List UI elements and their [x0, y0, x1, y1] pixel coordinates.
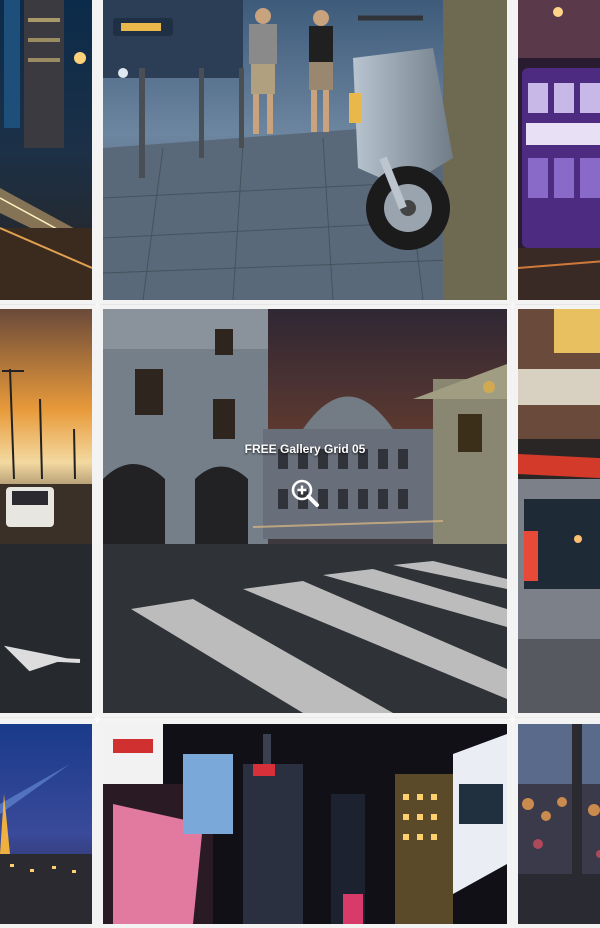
gallery-tile-times-square[interactable]	[99, 720, 511, 928]
taxi-close-up-image	[518, 309, 600, 713]
gallery-tile-city-highway[interactable]	[0, 0, 96, 304]
gallery-tile-eiffel-night[interactable]	[0, 720, 96, 928]
gallery-tile-sunset-road[interactable]	[0, 305, 96, 717]
gallery-tile-taxi-close-up[interactable]	[514, 305, 600, 717]
street-bokeh-image	[518, 724, 600, 924]
eiffel-night-image	[0, 724, 92, 924]
tile-caption: FREE Gallery Grid 05	[244, 442, 366, 456]
street-scooter-image	[103, 0, 507, 300]
gallery-tile-street-scooter[interactable]	[99, 0, 511, 304]
gallery-tile-purple-tram[interactable]	[514, 0, 600, 304]
tile-hover-overlay[interactable]: FREE Gallery Grid 05	[103, 309, 507, 713]
times-square-image	[103, 724, 507, 924]
zoom-in-icon[interactable]	[290, 478, 320, 508]
gallery-tile-street-bokeh[interactable]	[514, 720, 600, 928]
gallery-tile-colonial-crosswalk[interactable]: FREE Gallery Grid 05	[99, 305, 511, 717]
purple-tram-image	[518, 0, 600, 300]
sunset-road-image	[0, 309, 92, 713]
city-highway-image	[0, 0, 92, 300]
